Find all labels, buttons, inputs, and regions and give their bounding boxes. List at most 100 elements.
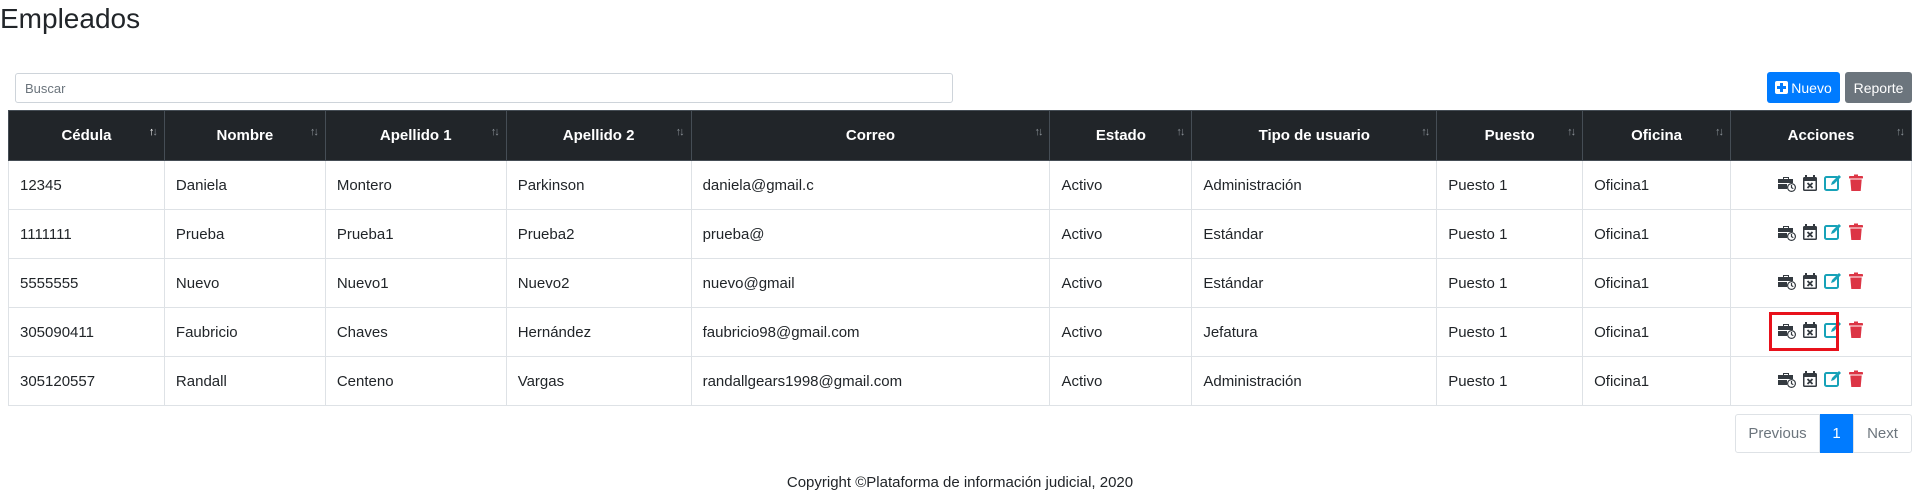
trash-icon[interactable] xyxy=(1846,271,1866,291)
edit-icon[interactable] xyxy=(1823,222,1843,242)
table-cell: Estándar xyxy=(1191,258,1438,308)
table-cell: Randall xyxy=(163,356,326,406)
trash-icon[interactable] xyxy=(1846,369,1866,389)
column-header-label: Cédula xyxy=(61,127,112,144)
column-header[interactable]: Correo ↑↓ xyxy=(690,110,1051,161)
table-cell: faubricio98@gmail.com xyxy=(690,307,1051,357)
column-header[interactable]: Estado ↑↓ xyxy=(1049,110,1193,161)
column-header-label: Apellido 2 xyxy=(562,127,635,144)
row-actions xyxy=(1777,173,1866,193)
table-cell: Activo xyxy=(1049,356,1193,406)
table-cell: Activo xyxy=(1049,209,1193,259)
table-cell: Administración xyxy=(1191,356,1438,406)
edit-icon[interactable] xyxy=(1823,271,1843,291)
employees-table: Cédula ↑↓ Nombre ↑↓ Apellido 1 ↑↓ Apellido 2 ↑↓… xyxy=(8,110,1912,406)
table-cell: Oficina1 xyxy=(1582,160,1732,210)
column-header-label: Acciones xyxy=(1787,127,1855,144)
table-cell: Chaves xyxy=(324,307,507,357)
column-header[interactable]: Oficina ↑↓ xyxy=(1582,110,1732,161)
table-cell: 12345 xyxy=(8,160,165,210)
actions-cell xyxy=(1730,209,1912,259)
column-header[interactable]: Cédula ↑↓ xyxy=(8,110,165,161)
previous-page-button[interactable]: Previous xyxy=(1735,414,1820,453)
table-cell: Prueba xyxy=(163,209,326,259)
column-header-label: Correo xyxy=(845,127,896,144)
column-header[interactable]: Acciones ↑↓ xyxy=(1730,110,1912,161)
sort-icon: ↑↓ xyxy=(1034,126,1043,138)
next-page-button[interactable]: Next xyxy=(1853,414,1912,453)
calendar-x-icon[interactable] xyxy=(1800,173,1820,193)
table-cell: Oficina1 xyxy=(1582,307,1732,357)
table-cell: Prueba1 xyxy=(324,209,507,259)
table-cell: 305120557 xyxy=(8,356,165,406)
table-row: 12345 Daniela Montero Parkinson daniela@gmai… xyxy=(8,160,1912,210)
sort-icon: ↑↓ xyxy=(1176,126,1185,138)
sort-icon: ↑↓ xyxy=(1421,126,1430,138)
column-header[interactable]: Puesto ↑↓ xyxy=(1436,110,1584,161)
edit-icon[interactable] xyxy=(1823,173,1843,193)
table-cell: 1111111 xyxy=(8,209,165,259)
sort-icon: ↑↓ xyxy=(490,126,500,138)
edit-icon[interactable] xyxy=(1823,320,1843,340)
briefcase-clock-icon[interactable] xyxy=(1777,320,1797,340)
calendar-x-icon[interactable] xyxy=(1800,369,1820,389)
column-header[interactable]: Nombre ↑↓ xyxy=(163,110,326,161)
briefcase-clock-icon[interactable] xyxy=(1777,369,1797,389)
actions-cell xyxy=(1730,258,1912,308)
table-cell: Oficina1 xyxy=(1582,258,1732,308)
briefcase-clock-icon[interactable] xyxy=(1777,271,1797,291)
sort-icon: ↑↓ xyxy=(1567,126,1576,138)
new-button[interactable]: Nuevo xyxy=(1767,72,1840,103)
table-cell: Nuevo2 xyxy=(505,258,692,308)
table-cell: Parkinson xyxy=(505,160,692,210)
report-button[interactable]: Reporte xyxy=(1845,72,1912,103)
briefcase-clock-icon[interactable] xyxy=(1777,173,1797,193)
table-cell: Nuevo xyxy=(163,258,326,308)
actions-cell xyxy=(1730,307,1912,357)
column-header-label: Puesto xyxy=(1484,127,1535,144)
calendar-x-icon[interactable] xyxy=(1800,222,1820,242)
table-row: 305090411 Faubricio Chaves Hernández faubric… xyxy=(8,307,1912,357)
trash-icon[interactable] xyxy=(1846,320,1866,340)
plus-square-icon xyxy=(1775,81,1789,94)
column-header[interactable]: Apellido 2 ↑↓ xyxy=(505,110,692,161)
sort-icon: ↑↓ xyxy=(309,126,319,138)
table-cell: Oficina1 xyxy=(1582,209,1732,259)
search-input[interactable] xyxy=(15,73,953,103)
briefcase-clock-icon[interactable] xyxy=(1777,222,1797,242)
column-header[interactable]: Apellido 1 ↑↓ xyxy=(324,110,507,161)
column-header[interactable]: Tipo de usuario ↑↓ xyxy=(1191,110,1438,161)
table-cell: randallgears1998@gmail.com xyxy=(690,356,1051,406)
table-cell: Prueba2 xyxy=(505,209,692,259)
actions-cell xyxy=(1730,160,1912,210)
page-title: Empleados xyxy=(0,3,141,34)
table-cell: 305090411 xyxy=(8,307,165,357)
trash-icon[interactable] xyxy=(1846,222,1866,242)
sort-icon: ↑↓ xyxy=(675,126,685,138)
new-button-label: Nuevo xyxy=(1791,79,1832,96)
table-cell: nuevo@gmail xyxy=(690,258,1051,308)
table-cell: Nuevo1 xyxy=(324,258,507,308)
calendar-x-icon[interactable] xyxy=(1800,271,1820,291)
table-cell: Puesto 1 xyxy=(1436,307,1584,357)
row-actions xyxy=(1768,312,1866,351)
calendar-x-icon[interactable] xyxy=(1800,320,1820,340)
row-actions xyxy=(1777,222,1866,242)
trash-icon[interactable] xyxy=(1846,173,1866,193)
column-header-label: Nombre xyxy=(216,127,274,144)
table-cell: Vargas xyxy=(505,356,692,406)
table-cell: Faubricio xyxy=(163,307,326,357)
table-row: 5555555 Nuevo Nuevo1 Nuevo2 nuevo@gmail Activ… xyxy=(8,258,1912,308)
table-cell: Daniela xyxy=(163,160,326,210)
page-1-button[interactable]: 1 xyxy=(1820,414,1853,453)
table-cell: Hernández xyxy=(505,307,692,357)
table-cell: Puesto 1 xyxy=(1436,160,1584,210)
sort-icon: ↑↓ xyxy=(1715,126,1724,138)
table-row: 1111111 Prueba Prueba1 Prueba2 prueba@ Activo… xyxy=(8,209,1912,259)
sort-icon: ↑↓ xyxy=(1896,126,1905,138)
edit-icon[interactable] xyxy=(1823,369,1843,389)
table-cell: 5555555 xyxy=(8,258,165,308)
column-header-label: Apellido 1 xyxy=(379,127,452,144)
table-cell: Administración xyxy=(1191,160,1438,210)
column-header-label: Estado xyxy=(1095,127,1146,144)
